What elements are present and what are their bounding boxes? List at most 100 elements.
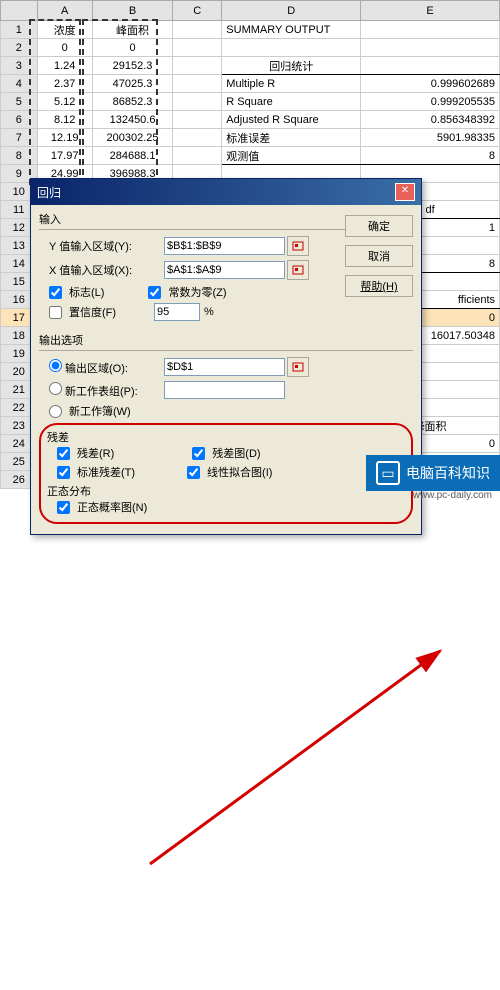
cell[interactable]: 标准误差 [222,129,361,147]
cell[interactable] [173,57,222,75]
new-worksheet-label: 新工作表组(P): [39,382,164,399]
residual-section: 残差 [47,429,405,445]
cell[interactable]: 12.19 [37,129,92,147]
watermark-banner: ▭ 电脑百科知识 [366,455,500,491]
normal-prob-label: 正态概率图(N) [77,499,147,515]
cell[interactable]: 回归统计 [222,57,361,75]
row-header[interactable]: 2 [1,39,38,57]
help-button[interactable]: 帮助(H) [345,275,413,297]
cell[interactable]: 8 [361,147,500,165]
cell[interactable]: 1.24 [37,57,92,75]
dialog-titlebar[interactable]: 回归 ✕ [31,179,421,205]
cancel-button[interactable]: 取消 [345,245,413,267]
row-header[interactable]: 1 [1,21,38,39]
std-residuals-label: 标准残差(T) [77,464,135,480]
cell[interactable]: 8.12 [37,111,92,129]
cell[interactable]: SUMMARY OUTPUT [222,21,361,39]
cell[interactable] [222,39,361,57]
output-area-input[interactable] [164,358,285,376]
line-fit-checkbox[interactable] [187,466,200,479]
col-header-a[interactable]: A [37,1,92,21]
output-area-radio[interactable] [49,359,62,372]
residuals-checkbox[interactable] [57,447,70,460]
cell[interactable]: R Square [222,93,361,111]
confidence-label: 置信度(F) [69,304,116,320]
ref-edit-button[interactable] [287,357,309,377]
confidence-input[interactable] [154,303,200,321]
cell[interactable]: 0.999205535 [361,93,500,111]
cell[interactable]: Multiple R [222,75,361,93]
cell[interactable] [173,129,222,147]
row-header[interactable]: 7 [1,129,38,147]
row-header[interactable]: 8 [1,147,38,165]
cell[interactable]: 132450.6 [92,111,172,129]
cell[interactable] [361,21,500,39]
std-residuals-checkbox[interactable] [57,466,70,479]
residual-plot-checkbox[interactable] [192,447,205,460]
row-header[interactable]: 4 [1,75,38,93]
row-header[interactable]: 6 [1,111,38,129]
cell[interactable]: 5901.98335 [361,129,500,147]
cell[interactable] [173,75,222,93]
annotation-arrow [0,489,500,990]
cell[interactable] [173,93,222,111]
const-zero-checkbox[interactable] [148,286,161,299]
cell[interactable]: 0.856348392 [361,111,500,129]
row-header[interactable]: 3 [1,57,38,75]
cell[interactable] [173,111,222,129]
line-fit-label: 线性拟合图(I) [207,464,272,480]
ref-edit-button[interactable] [287,260,309,280]
residual-highlight-box: 残差 残差(R) 残差图(D) 标准残差(T) 线性拟合图(I) 正态分布 正态… [39,423,413,524]
cell[interactable]: 0.999602689 [361,75,500,93]
cell[interactable]: 0 [37,39,92,57]
cell[interactable] [361,57,500,75]
x-range-label: X 值输入区域(X): [39,262,164,278]
confidence-checkbox[interactable] [49,306,62,319]
banner-url: www.pc-daily.com [413,490,492,501]
x-range-input[interactable] [164,261,285,279]
cell[interactable] [173,21,222,39]
corner-cell[interactable] [1,1,38,21]
col-header-c[interactable]: C [173,1,222,21]
new-worksheet-radio[interactable] [49,382,62,395]
cell[interactable]: 47025.3 [92,75,172,93]
output-section: 输出选项 [39,332,413,348]
cell[interactable]: 29152.3 [92,57,172,75]
cell[interactable] [361,39,500,57]
col-header-e[interactable]: E [361,1,500,21]
new-workbook-radio[interactable] [49,405,62,418]
cell[interactable] [173,147,222,165]
y-range-input[interactable] [164,237,285,255]
y-range-label: Y 值输入区域(Y): [39,238,164,254]
cell[interactable]: 17.97 [37,147,92,165]
ref-edit-button[interactable] [287,236,309,256]
cell[interactable]: Adjusted R Square [222,111,361,129]
cell[interactable]: 284688.1 [92,147,172,165]
const-zero-label: 常数为零(Z) [168,284,226,300]
row-header[interactable]: 5 [1,93,38,111]
cell[interactable]: 2.37 [37,75,92,93]
output-area-label: 输出区域(O): [39,359,164,376]
close-button[interactable]: ✕ [395,183,415,201]
cell[interactable]: 峰面积 [92,21,172,39]
monitor-icon: ▭ [376,461,400,485]
cell[interactable]: 0 [92,39,172,57]
cell[interactable] [173,39,222,57]
normal-section: 正态分布 [47,483,405,499]
labels-checkbox[interactable] [49,286,62,299]
cell[interactable]: 浓度 [37,21,92,39]
cell[interactable]: 86852.3 [92,93,172,111]
cell[interactable]: 观测值 [222,147,361,165]
cell[interactable]: 200302.25 [92,129,172,147]
regression-dialog: 回归 ✕ 确定 取消 帮助(H) 输入 Y 值输入区域(Y): X 值输入区域(… [30,178,422,535]
col-header-b[interactable]: B [92,1,172,21]
banner-text: 电脑百科知识 [406,463,490,483]
residual-plot-label: 残差图(D) [212,445,260,461]
col-header-d[interactable]: D [222,1,361,21]
ok-button[interactable]: 确定 [345,215,413,237]
normal-prob-checkbox[interactable] [57,501,70,514]
cell[interactable]: 5.12 [37,93,92,111]
new-workbook-label: 新工作簿(W) [69,403,131,419]
dialog-title: 回归 [37,184,61,201]
new-worksheet-input[interactable] [164,381,285,399]
